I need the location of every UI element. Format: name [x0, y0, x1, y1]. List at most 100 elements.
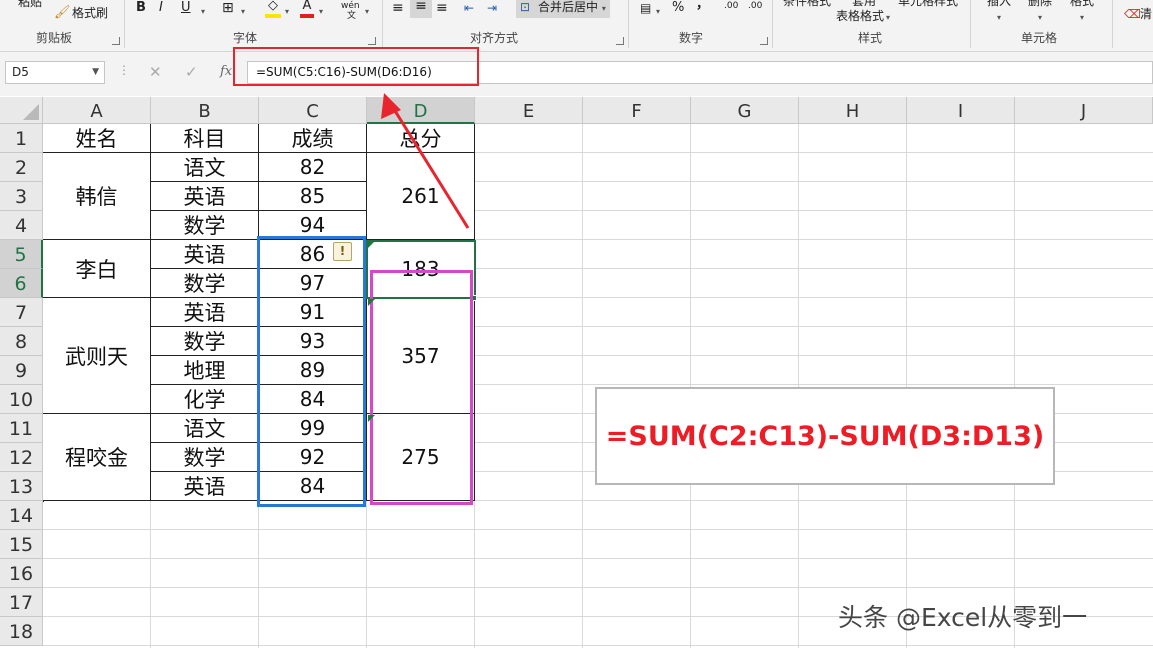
- row-header-2[interactable]: 2: [0, 153, 43, 182]
- fill-dropdown-icon[interactable]: ▾: [285, 4, 289, 20]
- name-cell[interactable]: 李白: [43, 240, 151, 298]
- column-header-e[interactable]: E: [475, 97, 583, 124]
- underline-button[interactable]: U: [181, 0, 191, 16]
- bold-button[interactable]: B: [136, 0, 146, 16]
- column-header-a[interactable]: A: [43, 97, 151, 124]
- row-header-15[interactable]: 15: [0, 530, 43, 559]
- total-cell[interactable]: 261: [367, 153, 475, 240]
- row-header-10[interactable]: 10: [0, 385, 43, 414]
- column-header-f[interactable]: F: [583, 97, 691, 124]
- increase-indent-icon[interactable]: ⇥: [487, 0, 497, 16]
- border-dropdown-icon[interactable]: ▾: [241, 4, 245, 20]
- name-box-dropdown-icon[interactable]: ▼: [92, 62, 99, 83]
- border-icon[interactable]: ⊞: [222, 0, 234, 16]
- increase-decimal-button[interactable]: .00: [724, 0, 738, 14]
- merge-center-button[interactable]: ⊡ 合并后居中 ▾: [516, 0, 610, 18]
- row-header-7[interactable]: 7: [0, 298, 43, 327]
- subject-cell[interactable]: 数学: [151, 211, 259, 240]
- subject-cell[interactable]: 英语: [151, 298, 259, 327]
- number-launcher-icon[interactable]: [760, 37, 768, 45]
- accounting-dropdown-icon[interactable]: ▾: [656, 4, 660, 20]
- format-painter-button[interactable]: 🖌 格式刷: [54, 6, 108, 21]
- row-header-18[interactable]: 18: [0, 617, 43, 646]
- subject-cell[interactable]: 语文: [151, 153, 259, 182]
- insert-dropdown-icon[interactable]: ▾: [997, 11, 1001, 25]
- subject-cell[interactable]: 语文: [151, 414, 259, 443]
- row-header-6[interactable]: 6: [0, 269, 43, 298]
- format-button[interactable]: 格式: [1070, 0, 1094, 8]
- font-color-dropdown-icon[interactable]: ▾: [319, 4, 323, 20]
- subject-cell[interactable]: 英语: [151, 240, 259, 269]
- font-color-button[interactable]: A: [300, 0, 314, 18]
- row-header-5[interactable]: 5: [0, 240, 43, 269]
- subject-cell[interactable]: 地理: [151, 356, 259, 385]
- insert-function-button[interactable]: fx: [220, 63, 232, 81]
- row-header-8[interactable]: 8: [0, 327, 43, 356]
- column-header-b[interactable]: B: [151, 97, 259, 124]
- percent-button[interactable]: %: [672, 0, 684, 16]
- column-header-i[interactable]: I: [907, 97, 1015, 124]
- name-cell[interactable]: 韩信: [43, 153, 151, 240]
- paste-button[interactable]: 粘贴: [18, 0, 42, 9]
- insert-button[interactable]: 插入: [987, 0, 1011, 8]
- row-header-9[interactable]: 9: [0, 356, 43, 385]
- row-header-17[interactable]: 17: [0, 588, 43, 617]
- header-cell-total[interactable]: 总分: [367, 124, 475, 153]
- eraser-icon[interactable]: ⌫: [1124, 7, 1141, 21]
- comma-button[interactable]: ，: [696, 0, 709, 13]
- phonetic-dropdown-icon[interactable]: ▾: [365, 4, 369, 20]
- header-cell-score[interactable]: 成绩: [259, 124, 367, 153]
- format-as-table-dropdown-icon[interactable]: ▾: [886, 11, 890, 25]
- row-header-1[interactable]: 1: [0, 124, 43, 153]
- decrease-indent-icon[interactable]: ⇤: [464, 0, 474, 16]
- format-dropdown-icon[interactable]: ▾: [1080, 11, 1084, 25]
- subject-cell[interactable]: 化学: [151, 385, 259, 414]
- subject-cell[interactable]: 数学: [151, 269, 259, 298]
- clear-button[interactable]: 清: [1140, 7, 1152, 21]
- subject-cell[interactable]: 英语: [151, 472, 259, 501]
- column-header-c[interactable]: C: [259, 97, 367, 124]
- column-header-h[interactable]: H: [799, 97, 907, 124]
- cancel-icon[interactable]: ✕: [149, 63, 162, 81]
- row-header-11[interactable]: 11: [0, 414, 43, 443]
- row-header-16[interactable]: 16: [0, 559, 43, 588]
- alignment-launcher-icon[interactable]: [616, 37, 624, 45]
- subject-cell[interactable]: 英语: [151, 182, 259, 211]
- row-header-14[interactable]: 14: [0, 501, 43, 530]
- enter-icon[interactable]: ✓: [185, 63, 198, 81]
- row-header-12[interactable]: 12: [0, 443, 43, 472]
- row-header-3[interactable]: 3: [0, 182, 43, 211]
- accounting-format-icon[interactable]: ▤: [640, 0, 651, 16]
- name-box[interactable]: D5 ▼: [5, 61, 105, 84]
- clipboard-launcher-icon[interactable]: [112, 37, 120, 45]
- italic-button[interactable]: I: [159, 0, 163, 16]
- name-cell[interactable]: 程咬金: [43, 414, 151, 501]
- row-header-4[interactable]: 4: [0, 211, 43, 240]
- format-as-table-button[interactable]: 表格格式: [836, 9, 884, 23]
- score-cell[interactable]: 85: [259, 182, 367, 211]
- underline-dropdown-icon[interactable]: ▾: [201, 4, 205, 20]
- row-header-13[interactable]: 13: [0, 472, 43, 501]
- cell-styles-button[interactable]: 单元格样式: [898, 0, 958, 8]
- align-center-icon[interactable]: ≡: [410, 0, 432, 18]
- select-all-corner[interactable]: [0, 97, 43, 124]
- score-cell[interactable]: 82: [259, 153, 367, 182]
- column-header-g[interactable]: G: [691, 97, 799, 124]
- fill-color-icon[interactable]: ◇: [265, 0, 281, 18]
- font-launcher-icon[interactable]: [368, 37, 376, 45]
- ribbon: 粘贴 🖌 格式刷 剪贴板 B I U ▾ ⊞ ▾ ◇ ▾ A ▾ wén 文 ▾…: [0, 0, 1153, 52]
- align-right-icon[interactable]: ≡: [436, 0, 448, 16]
- column-header-d[interactable]: D: [367, 97, 475, 124]
- subject-cell[interactable]: 数学: [151, 327, 259, 356]
- subject-cell[interactable]: 数学: [151, 443, 259, 472]
- header-cell-subject[interactable]: 科目: [151, 124, 259, 153]
- conditional-format-button[interactable]: 条件格式: [783, 0, 831, 8]
- delete-button[interactable]: 删除: [1028, 0, 1052, 8]
- header-cell-name[interactable]: 姓名: [43, 124, 151, 153]
- decrease-decimal-button[interactable]: .00: [748, 0, 762, 14]
- name-cell[interactable]: 武则天: [43, 298, 151, 414]
- column-header-j[interactable]: J: [1015, 97, 1153, 124]
- delete-dropdown-icon[interactable]: ▾: [1038, 11, 1042, 25]
- align-left-icon[interactable]: ≡: [392, 0, 404, 16]
- warning-icon[interactable]: !: [333, 242, 352, 261]
